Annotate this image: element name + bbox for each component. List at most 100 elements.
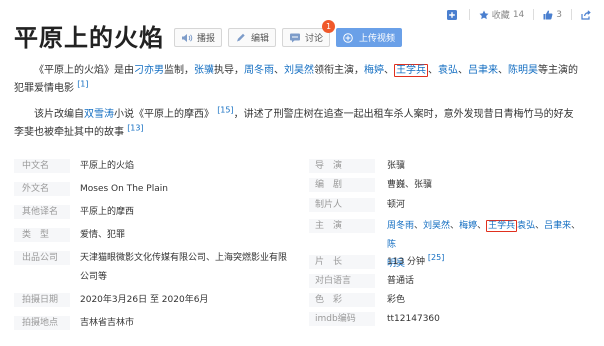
cast-link[interactable]: 袁弘 [438, 65, 458, 76]
reference-link[interactable]: [15] [217, 106, 233, 115]
plus-circle-icon [343, 32, 353, 43]
intro-text: 犯罪爱情电影 [14, 83, 74, 94]
play-button[interactable]: 播报 [174, 28, 223, 47]
info-row: 制片人 顿河 [309, 198, 592, 217]
intro-text: 等主演的 [538, 65, 578, 76]
info-left-column: 中文名 平原上的火焰 外文名 Moses On The Plain 其他译名 平原上的… [14, 159, 299, 339]
share-icon [581, 9, 591, 20]
producer-link[interactable]: 刁亦男 [134, 65, 164, 76]
add-button[interactable] [446, 9, 460, 20]
info-row: 主 演 周冬雨、刘昊然、梅婷、 王学兵 袁弘、吕聿来、陈 明昊 [309, 217, 592, 269]
info-value: 爱情、犯罪 [80, 230, 126, 240]
cast-link[interactable]: 陈明昊 [508, 65, 538, 76]
info-value: 平原上的摩西 [80, 207, 135, 217]
intro-paragraph: 《平原上的火焰》是由刁亦男监制，张骥执导，周冬雨、刘昊然领衔主演，梅婷、 王学兵、… [14, 62, 594, 98]
discuss-button[interactable]: 讨论 1 [282, 20, 336, 47]
reference-link[interactable]: [13] [127, 124, 143, 133]
cast-link-highlighted[interactable]: 王学兵 [486, 220, 518, 232]
edit-label: 编辑 [251, 34, 270, 44]
intro-text: 监制， [164, 65, 194, 76]
info-row: 导 演张骥 [309, 159, 592, 178]
page-title: 平原上的火焰 [14, 24, 164, 52]
favorite-count: 14 [512, 9, 525, 20]
chat-icon [290, 33, 301, 42]
intro-text: 《平原上的火焰》是由 [34, 65, 134, 76]
info-label: 制片人 [309, 198, 375, 212]
share-button[interactable] [581, 9, 594, 20]
divider [468, 9, 470, 20]
cast-link[interactable]: 吕聿来 [468, 65, 498, 76]
intro-line-1: 《平原上的火焰》是由刁亦男监制，张骥执导，周冬雨、刘昊然领衔主演，梅婷、 王学兵、… [34, 64, 578, 77]
info-value: 彩色 [387, 295, 406, 305]
plus-square-icon [446, 9, 457, 20]
info-right-column: 导 演张骥 编 剧 曹巍、张骥 制片人 顿河 主 演 周冬雨、刘昊然、梅婷、 王学兵袁… [309, 159, 592, 331]
cast-link-highlighted[interactable]: 王学兵 [394, 64, 428, 77]
info-value: 普通话 [387, 276, 415, 286]
info-row: 中文名 平原上的火焰 [14, 159, 299, 182]
info-value: 顿河 [387, 200, 406, 210]
favorite-button[interactable]: 收藏 14 [479, 8, 524, 21]
intro-line-2: 犯罪爱情电影 [1] [14, 80, 594, 98]
info-label: 色 彩 [309, 293, 375, 307]
info-row: 拍摄地点 吉林省吉林市 [14, 316, 299, 339]
speaker-icon [182, 33, 193, 42]
info-value-line: 天津猫眼微影文化传媒有限公司、上海突燃影业有限 [80, 253, 288, 263]
info-row: imdb编码 tt12147360 [309, 312, 592, 331]
divider [533, 9, 535, 20]
top-actions: 收藏 14 3 [438, 8, 594, 21]
director-link[interactable]: 张骥 [194, 65, 214, 76]
info-label: 导 演 [309, 159, 375, 173]
author-link[interactable]: 双雪涛 [84, 109, 114, 120]
intro-text: 执导， [214, 65, 244, 76]
info-value: 曹巍、张骥 [387, 180, 433, 190]
info-row: 外文名 Moses On The Plain [14, 182, 299, 205]
cast-link[interactable]: 刘昊然 [284, 65, 314, 76]
favorite-label: 收藏 [491, 11, 510, 21]
info-label: 拍摄地点 [14, 316, 70, 330]
star-icon [479, 10, 489, 19]
info-label: imdb编码 [309, 312, 375, 326]
info-label: 对白语言 [309, 274, 375, 288]
info-label: 片 长 [309, 255, 375, 269]
pencil-icon [237, 33, 245, 41]
director-link[interactable]: 张骥 [375, 159, 405, 173]
info-value: 平原上的火焰 [80, 161, 135, 171]
info-label: 出品公司 [14, 251, 70, 265]
info-row: 编 剧 曹巍、张骥 [309, 178, 592, 198]
thumbs-up-icon [543, 10, 553, 19]
cast-link[interactable]: 周冬雨 [244, 65, 274, 76]
info-value: 113 分钟 [25] [375, 253, 444, 269]
info-value: Moses On The Plain [80, 184, 168, 194]
reference-link[interactable]: [1] [77, 80, 88, 89]
info-value: 吉林省吉林市 [80, 318, 135, 328]
upload-video-button[interactable]: 上传视频 [336, 28, 403, 47]
upload-label: 上传视频 [359, 34, 396, 44]
cast-link[interactable]: 刘昊然 [423, 221, 450, 231]
plot-line-1: 该片改编自双雪涛小说《平原上的摩西》 [15]，讲述了刑警庄树在追查一起出租车杀… [14, 106, 594, 124]
cast-link[interactable]: 吕聿来 [544, 221, 571, 231]
cast-link[interactable]: 周冬雨 [387, 221, 414, 231]
cast-link[interactable]: 梅婷 [364, 65, 384, 76]
info-value: 天津猫眼微影文化传媒有限公司、上海突燃影业有限 公司等 [70, 249, 287, 287]
info-row: 出品公司 天津猫眼微影文化传媒有限公司、上海突燃影业有限 公司等 [14, 251, 299, 293]
reference-link[interactable]: [25] [428, 253, 444, 262]
info-row: 类 型爱情、犯罪 [14, 228, 299, 251]
intro-text: 领衔主演， [314, 65, 364, 76]
like-button[interactable]: 3 [543, 10, 562, 20]
title-buttons: 播报 编辑 讨论 1 上传视频 [174, 20, 408, 47]
info-row: 拍摄日期 2020年3月26日 至 2020年6月 [14, 293, 299, 316]
cast-link[interactable]: 陈 [387, 240, 396, 250]
cast-link[interactable]: 梅婷 [459, 221, 477, 231]
info-label: 类 型 [14, 228, 70, 242]
plot-text: 李斐也被牵扯其中的故事 [14, 127, 124, 138]
divider [571, 9, 572, 20]
title-row: 平原上的火焰 播报 编辑 讨论 1 上传视频 [14, 18, 408, 53]
plot-text: ，讲述了刑警庄树在追查一起出租车杀人案时，意外发现昔日青梅竹马的好友 [233, 109, 574, 120]
discuss-label: 讨论 [305, 34, 324, 44]
info-value: tt12147360 [387, 314, 440, 324]
edit-button[interactable]: 编辑 [228, 28, 277, 47]
notification-badge: 1 [322, 20, 336, 33]
cast-link[interactable]: 袁弘 [517, 221, 535, 231]
play-label: 播报 [197, 34, 216, 44]
info-value: 2020年3月26日 至 2020年6月 [80, 295, 209, 305]
